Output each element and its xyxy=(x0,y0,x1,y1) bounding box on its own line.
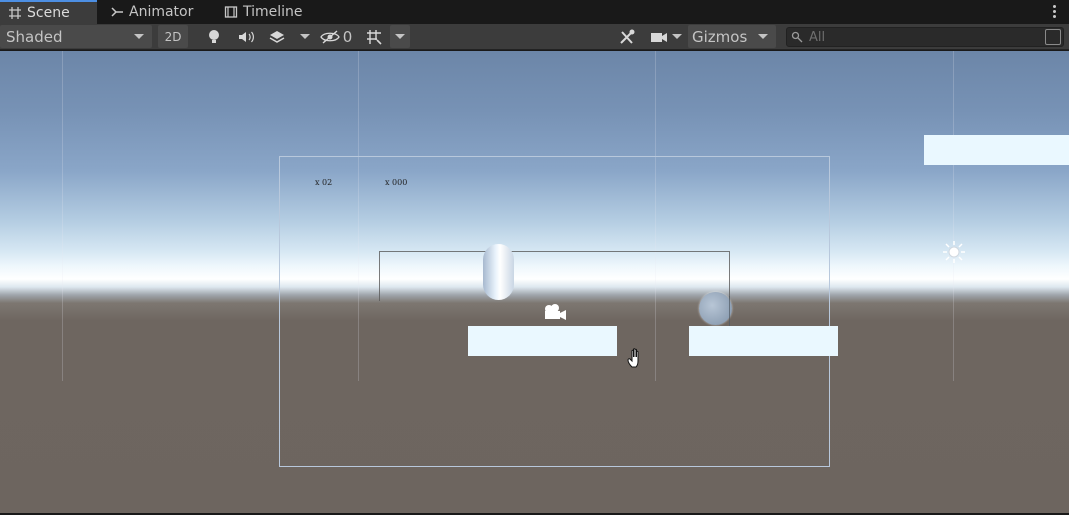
platform-object[interactable] xyxy=(689,326,838,356)
tab-label: Scene xyxy=(27,5,70,21)
tools-toggle[interactable] xyxy=(614,25,640,48)
ball-sprite-object[interactable] xyxy=(699,292,732,325)
tab-timeline[interactable]: Timeline xyxy=(220,0,330,24)
grid-snap-icon xyxy=(367,29,382,45)
gizmos-label: Gizmos xyxy=(692,27,748,46)
effects-toggle[interactable] xyxy=(264,25,290,48)
scene-viewport[interactable]: x 02 x 000 xyxy=(0,51,1069,513)
chevron-down-icon xyxy=(134,34,144,39)
scene-visibility-toggle[interactable]: 0 xyxy=(316,25,356,48)
tab-animator[interactable]: Animator xyxy=(104,0,214,24)
animator-icon xyxy=(111,7,123,17)
effects-dropdown[interactable] xyxy=(296,25,314,48)
maximize-icon[interactable] xyxy=(1045,29,1061,45)
hud-score-text: x 000 xyxy=(385,178,408,187)
speaker-icon xyxy=(239,31,254,42)
hand-pan-cursor-icon xyxy=(627,348,639,368)
search-field[interactable] xyxy=(786,27,1064,47)
platform-object[interactable] xyxy=(468,326,617,356)
draw-mode-value: Shaded xyxy=(6,27,63,46)
chevron-down-icon xyxy=(758,34,768,39)
level-bounds-rect xyxy=(379,251,730,301)
camera-settings-dropdown[interactable] xyxy=(646,25,686,48)
toggle-2d-button[interactable]: 2D xyxy=(158,25,188,48)
tools-icon xyxy=(620,29,635,44)
timeline-film-icon xyxy=(224,6,238,18)
grid-line xyxy=(62,51,63,381)
platform-object[interactable] xyxy=(924,135,1069,165)
tab-label: Animator xyxy=(129,4,194,20)
window-tab-bar: Scene Animator Timeline xyxy=(0,0,1069,24)
scene-toolbar: Shaded 2D 0 Gizmos All xyxy=(0,24,1069,50)
lighting-toggle[interactable] xyxy=(202,25,226,48)
player-capsule-object[interactable] xyxy=(483,244,514,300)
search-input[interactable] xyxy=(809,29,1029,45)
video-camera-icon xyxy=(651,32,667,42)
chevron-down-icon xyxy=(395,34,405,39)
grid-hash-icon xyxy=(9,7,21,19)
search-icon xyxy=(791,31,803,43)
layers-icon xyxy=(269,30,285,43)
tab-scene[interactable]: Scene xyxy=(0,0,97,24)
more-options-icon[interactable] xyxy=(1051,4,1057,20)
grid-line xyxy=(953,51,954,381)
grid-dropdown[interactable] xyxy=(390,25,410,48)
directional-light-icon[interactable] xyxy=(942,240,966,264)
audio-toggle[interactable] xyxy=(234,25,258,48)
draw-mode-dropdown[interactable]: Shaded xyxy=(0,25,152,48)
gizmos-dropdown[interactable]: Gizmos xyxy=(688,25,776,48)
eye-slash-icon xyxy=(319,29,340,44)
camera-gizmo-icon[interactable] xyxy=(542,302,568,322)
hud-lives-text: x 02 xyxy=(315,178,333,187)
grid-toggle[interactable] xyxy=(362,25,386,48)
chevron-down-icon xyxy=(672,34,682,39)
chevron-down-icon xyxy=(300,34,310,39)
hidden-count: 0 xyxy=(342,27,353,46)
lightbulb-icon xyxy=(209,29,219,43)
tab-label: Timeline xyxy=(243,4,303,20)
